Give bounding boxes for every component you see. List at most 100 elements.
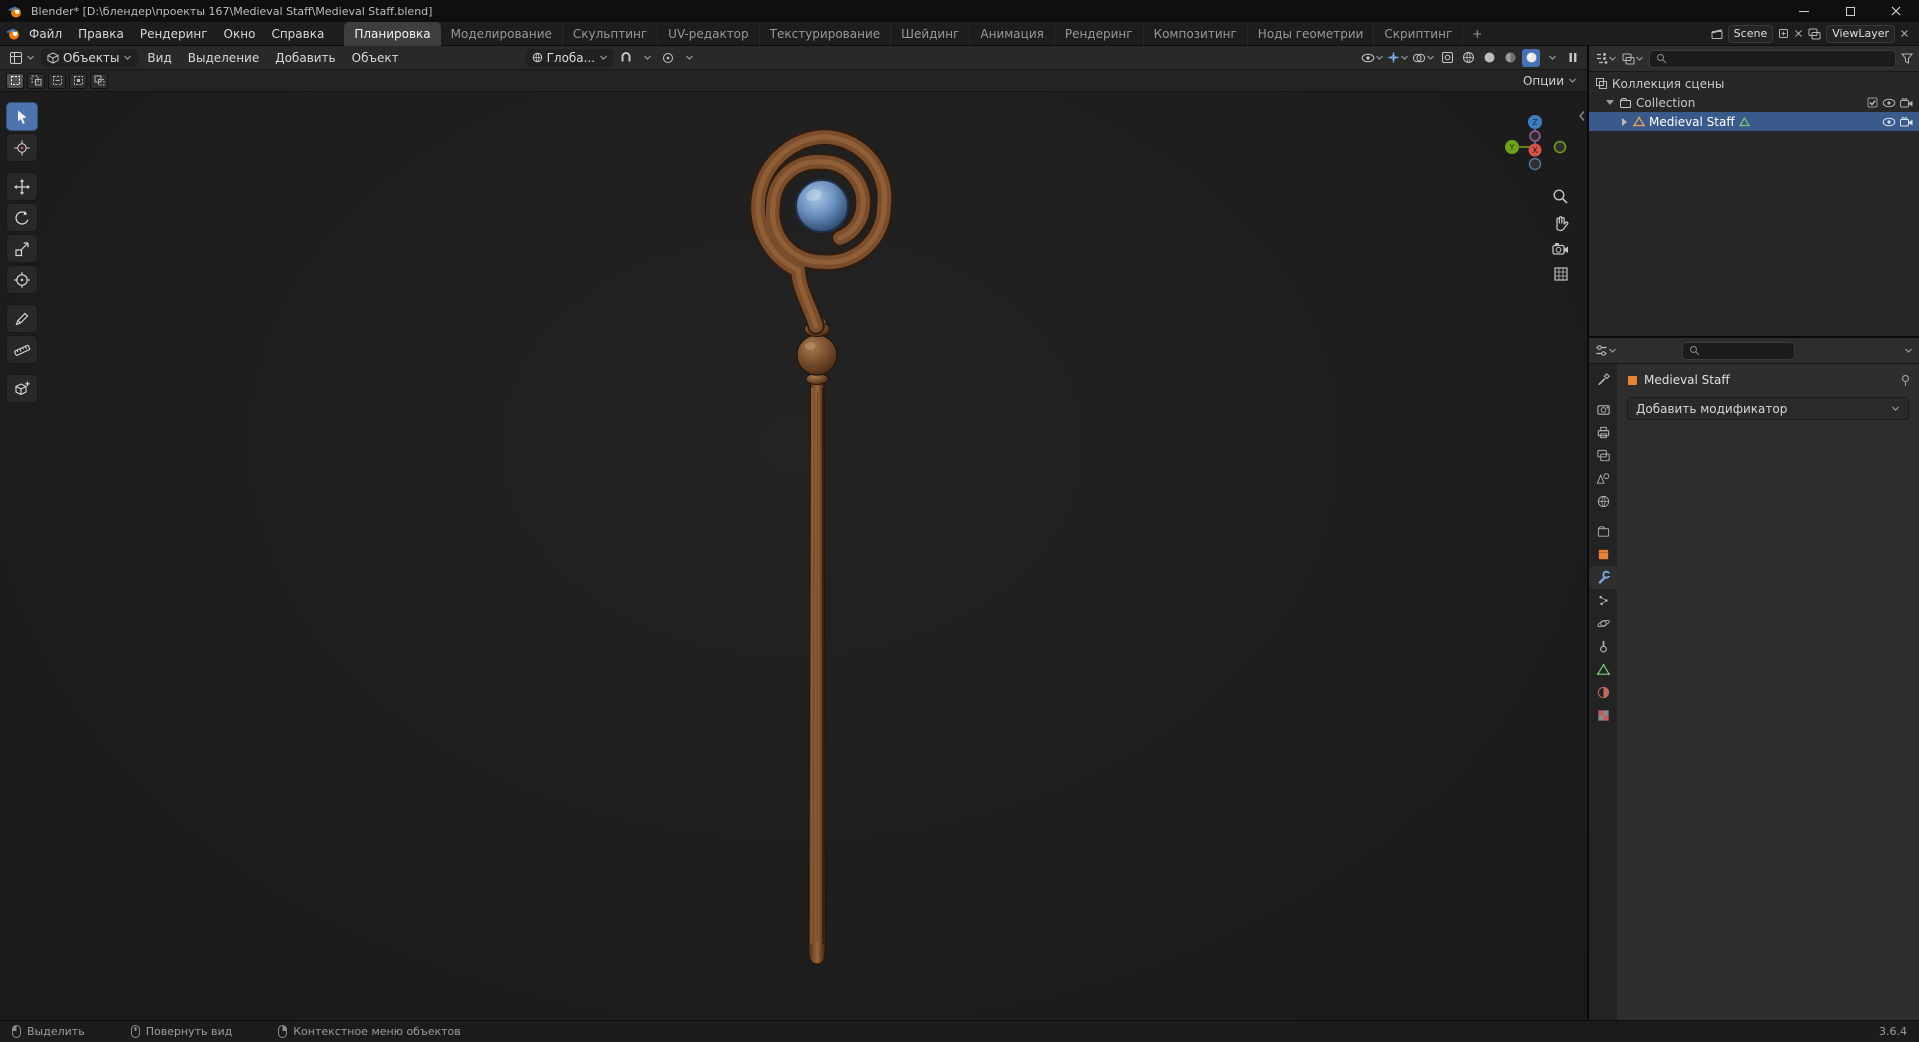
new-scene-icon[interactable]: [1778, 28, 1789, 39]
shading-rendered-button[interactable]: [1522, 48, 1540, 67]
proportional-falloff-button[interactable]: [680, 49, 698, 67]
remove-view-layer-icon[interactable]: [1900, 29, 1909, 38]
camera-view-icon[interactable]: [1552, 242, 1569, 256]
app-menu-icon[interactable]: [6, 26, 21, 41]
add-modifier-button[interactable]: Добавить модификатор: [1627, 397, 1909, 420]
workspace-tab-texture-paint[interactable]: Текстурирование: [760, 21, 892, 46]
workspace-tab-uv[interactable]: UV-редактор: [658, 21, 760, 46]
tab-material[interactable]: [1589, 681, 1617, 704]
workspace-tab-rendering[interactable]: Рендеринг: [1055, 21, 1144, 46]
outliner-search-input[interactable]: [1671, 52, 1889, 65]
select-mode-invert-button[interactable]: [69, 72, 87, 89]
outliner-display-mode-button[interactable]: [1622, 53, 1644, 65]
select-mode-extend-button[interactable]: [27, 72, 45, 89]
hide-viewport-eye-icon[interactable]: [1882, 117, 1896, 127]
viewport-menu-add[interactable]: Добавить: [268, 49, 342, 67]
mode-selector[interactable]: Объекты: [41, 48, 139, 67]
properties-search[interactable]: [1682, 341, 1795, 360]
outliner-row-scene-collection[interactable]: Коллекция сцены: [1589, 74, 1919, 93]
workspace-tab-shading[interactable]: Шейдинг: [891, 21, 971, 46]
editor-type-button[interactable]: [5, 49, 39, 67]
tab-render[interactable]: [1589, 398, 1617, 421]
outliner-filter-button[interactable]: [1901, 53, 1913, 64]
shading-wireframe-button[interactable]: [1459, 49, 1477, 67]
select-mode-new-button[interactable]: [6, 72, 24, 89]
show-overlays-toggle[interactable]: [1412, 49, 1435, 67]
workspace-tab-layout[interactable]: Планировка: [344, 21, 441, 46]
properties-filter-button[interactable]: [1904, 346, 1913, 355]
select-mode-intersect-button[interactable]: [90, 72, 108, 89]
tab-modifiers[interactable]: [1589, 566, 1617, 589]
tool-measure-button[interactable]: [6, 335, 38, 364]
close-button[interactable]: [1873, 0, 1919, 22]
tab-particles[interactable]: [1589, 589, 1617, 612]
show-gizmo-toggle[interactable]: [1387, 49, 1409, 67]
scene-selector[interactable]: Scene: [1727, 24, 1774, 43]
pin-icon[interactable]: [1900, 374, 1911, 387]
tool-add-cube-button[interactable]: [6, 374, 38, 403]
tab-world[interactable]: [1589, 490, 1617, 513]
hide-viewport-eye-icon[interactable]: [1882, 98, 1896, 108]
tool-scale-button[interactable]: [6, 234, 38, 263]
tool-cursor-button[interactable]: [6, 133, 38, 162]
view-layer-selector[interactable]: ViewLayer: [1826, 24, 1895, 43]
unlink-scene-icon[interactable]: [1794, 29, 1803, 38]
tool-options-dropdown[interactable]: Опции: [1523, 74, 1581, 88]
shading-options-button[interactable]: [1543, 49, 1561, 67]
select-mode-subtract-button[interactable]: [48, 72, 66, 89]
pause-preview-button[interactable]: [1564, 49, 1582, 67]
outliner-row-medieval-staff[interactable]: Medieval Staff: [1589, 112, 1919, 131]
viewport-menu-object[interactable]: Объект: [345, 49, 406, 67]
tool-transform-button[interactable]: [6, 265, 38, 294]
navigation-gizmo[interactable]: Z X Y: [1497, 106, 1575, 184]
tab-active-tool[interactable]: [1589, 368, 1617, 391]
tab-physics[interactable]: [1589, 612, 1617, 635]
menu-window[interactable]: Окно: [216, 25, 264, 43]
tab-scene[interactable]: [1589, 467, 1617, 490]
properties-search-input[interactable]: [1704, 344, 1788, 357]
workspace-tab-geometry-nodes[interactable]: Ноды геометрии: [1248, 21, 1375, 46]
browse-scene-icon[interactable]: [1711, 28, 1723, 40]
tab-collection[interactable]: [1589, 520, 1617, 543]
menu-render[interactable]: Рендеринг: [132, 25, 216, 43]
outliner-row-collection[interactable]: Collection: [1589, 93, 1919, 112]
tool-annotate-button[interactable]: [6, 304, 38, 333]
add-workspace-button[interactable]: +: [1463, 22, 1491, 46]
toggle-ortho-icon[interactable]: [1552, 266, 1569, 282]
workspace-tab-scripting[interactable]: Скриптинг: [1374, 21, 1464, 46]
exclude-checkbox-icon[interactable]: [1867, 97, 1878, 108]
medieval-staff-model[interactable]: [0, 92, 1587, 1020]
tab-output[interactable]: [1589, 421, 1617, 444]
workspace-tab-animation[interactable]: Анимация: [970, 21, 1055, 46]
workspace-tab-modeling[interactable]: Моделирование: [441, 21, 563, 46]
tab-object[interactable]: [1589, 543, 1617, 566]
viewport-menu-view[interactable]: Вид: [140, 49, 178, 67]
minimize-button[interactable]: [1781, 0, 1827, 22]
viewport-canvas[interactable]: Z X Y: [0, 92, 1587, 1020]
tool-select-box-button[interactable]: [6, 102, 38, 131]
viewport-menu-select[interactable]: Выделение: [181, 49, 266, 67]
xray-toggle[interactable]: [1438, 49, 1456, 67]
tab-constraints[interactable]: [1589, 635, 1617, 658]
proportional-editing-toggle[interactable]: [659, 49, 677, 67]
shading-solid-button[interactable]: [1480, 49, 1498, 67]
tool-move-button[interactable]: [6, 172, 38, 201]
tab-texture[interactable]: [1589, 704, 1617, 727]
workspace-tab-sculpting[interactable]: Скульптинг: [563, 21, 659, 46]
disclosure-open-icon[interactable]: [1605, 100, 1615, 105]
maximize-button[interactable]: [1827, 0, 1873, 22]
zoom-tool-icon[interactable]: [1552, 188, 1569, 205]
pan-hand-icon[interactable]: [1552, 215, 1569, 232]
workspace-tab-compositing[interactable]: Композитинг: [1144, 21, 1248, 46]
disclosure-closed-icon[interactable]: [1619, 117, 1629, 126]
snapping-options-button[interactable]: [638, 49, 656, 67]
menu-edit[interactable]: Правка: [70, 25, 132, 43]
tab-view-layer[interactable]: [1589, 444, 1617, 467]
tab-object-data[interactable]: [1589, 658, 1617, 681]
disable-render-camera-icon[interactable]: [1900, 97, 1913, 108]
visibility-dropdown-button[interactable]: [1361, 49, 1384, 67]
outliner-editor-type-button[interactable]: [1595, 52, 1617, 65]
sidebar-collapse-arrow[interactable]: [1578, 110, 1586, 122]
properties-editor-type-button[interactable]: [1595, 344, 1617, 357]
tool-rotate-button[interactable]: [6, 203, 38, 232]
